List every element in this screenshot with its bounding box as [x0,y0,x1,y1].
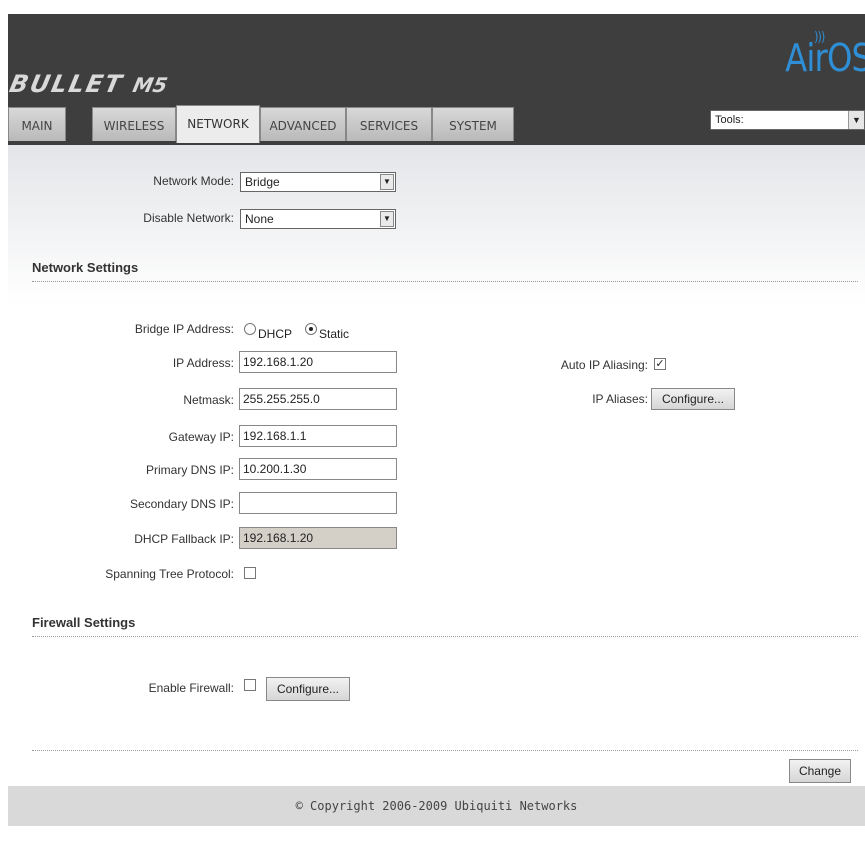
chevron-down-icon[interactable]: ▼ [380,174,394,190]
netmask-label: Netmask: [183,393,234,407]
ip-address-label: IP Address: [172,356,234,370]
section-divider [32,281,858,282]
footer: © Copyright 2006-2009 Ubiquiti Networks [8,786,865,826]
chevron-down-icon[interactable]: ▼ [380,211,394,227]
gateway-field[interactable]: 192.168.1.1 [239,425,397,447]
dhcp-radio-label: DHCP [258,327,293,341]
static-radio-label: Static [319,327,350,341]
bottom-divider [32,750,858,751]
enable-firewall-checkbox[interactable] [244,679,256,691]
gateway-label: Gateway IP: [168,430,234,444]
tab-main[interactable]: MAIN [8,107,66,141]
tab-wireless[interactable]: WIRELESS [92,107,176,141]
copyright-text: © Copyright 2006-2009 Ubiquiti Networks [295,799,578,813]
tab-advanced[interactable]: ADVANCED [260,107,346,141]
static-radio[interactable] [305,323,317,335]
airos-logo: AirOS ))) [784,30,865,80]
product-brand: BULLET M5 [8,70,170,98]
bridge-ip-label: Bridge IP Address: [134,322,234,336]
ip-address-field[interactable]: 192.168.1.20 [239,351,397,373]
brand-name: BULLET [8,70,127,98]
dhcp-fallback-label: DHCP Fallback IP: [134,532,234,546]
change-button[interactable]: Change [789,759,851,783]
tools-select[interactable]: Tools: ▼ [710,110,865,130]
disable-network-value: None [245,212,274,226]
tab-system[interactable]: SYSTEM [432,107,514,141]
ip-aliases-label: IP Aliases: [592,392,648,406]
firewall-configure-button[interactable]: Configure... [266,677,350,701]
top-strip [0,0,865,14]
network-settings-title: Network Settings [32,260,139,275]
wifi-icon: ))) [813,30,825,45]
header-banner: BULLET M5 AirOS ))) [8,14,865,105]
network-mode-select[interactable]: Bridge ▼ [240,172,396,192]
logo-text: AirOS [784,36,865,80]
tab-network[interactable]: NETWORK [176,105,260,143]
netmask-field[interactable]: 255.255.255.0 [239,388,397,410]
network-mode-value: Bridge [245,175,280,189]
disable-network-select[interactable]: None ▼ [240,209,396,229]
dhcp-radio[interactable] [244,323,256,335]
tools-label: Tools: [715,114,744,126]
brand-model: M5 [130,73,170,97]
ip-aliases-configure-button[interactable]: Configure... [651,388,735,410]
firewall-settings-title: Firewall Settings [32,615,136,630]
secondary-dns-label: Secondary DNS IP: [129,497,234,511]
secondary-dns-field[interactable] [239,492,397,514]
primary-dns-label: Primary DNS IP: [145,463,234,477]
auto-ip-aliasing-checkbox[interactable]: ✓ [654,358,666,370]
network-mode-label: Network Mode: [153,174,234,188]
section-divider [32,636,858,637]
stp-label: Spanning Tree Protocol: [105,567,234,581]
dhcp-fallback-field: 192.168.1.20 [239,527,397,549]
stp-checkbox[interactable] [244,567,256,579]
chevron-down-icon[interactable]: ▼ [848,111,864,129]
disable-network-label: Disable Network: [143,211,234,225]
tab-services[interactable]: SERVICES [346,107,432,141]
enable-firewall-label: Enable Firewall: [148,681,234,695]
main-content: Network Mode: Bridge ▼ Disable Network: … [8,145,865,786]
primary-dns-field[interactable]: 10.200.1.30 [239,458,397,480]
auto-ip-aliasing-label: Auto IP Aliasing: [560,358,648,372]
